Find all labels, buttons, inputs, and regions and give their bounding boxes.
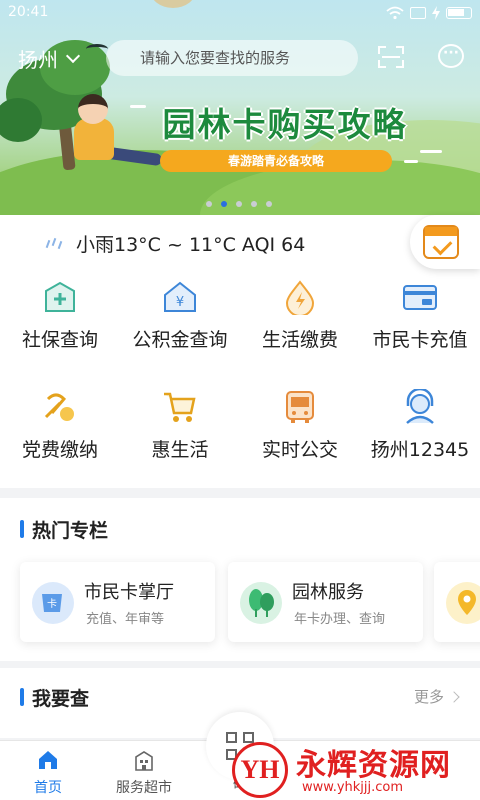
card-title: 园林服务 [292, 582, 364, 603]
bus-icon [286, 391, 314, 423]
carousel-dot[interactable] [221, 201, 227, 207]
banner-illustration-figure [78, 94, 108, 124]
home-icon [39, 751, 57, 769]
service-item-social-security[interactable]: 社保查询 [0, 279, 120, 369]
watermark-logo: YH [232, 742, 288, 798]
sim-off-icon [410, 7, 426, 19]
message-icon[interactable] [438, 44, 464, 68]
card-subtitle: 年卡办理、查询 [294, 612, 386, 627]
carousel-dot[interactable] [206, 201, 212, 207]
chevron-down-icon [65, 48, 81, 63]
service-label: 扬州12345 [370, 439, 470, 461]
search-input[interactable]: 请输入您要查找的服务 [106, 40, 358, 76]
service-label: 惠生活 [151, 439, 209, 461]
chevron-right-icon [448, 690, 460, 703]
hot-section: 热门专栏 卡 市民卡掌厅 充值、年审等 园林服务 年卡办理、查询 [0, 498, 480, 661]
hot-card-partial[interactable] [434, 562, 480, 642]
hot-card-garden-service[interactable]: 园林服务 年卡办理、查询 [228, 562, 423, 642]
service-item-utility-payment[interactable]: 生活缴费 [240, 279, 360, 369]
status-time: 20:41 [8, 4, 49, 20]
service-item-party-fee[interactable]: 党费缴纳 [0, 389, 120, 479]
service-label: 党费缴纳 [21, 439, 98, 461]
shopping-cart-icon [164, 392, 196, 422]
banner-subtitle-pill[interactable]: 春游踏青必备攻略 [160, 150, 392, 172]
service-item-housing-fund[interactable]: ¥ 公积金查询 [120, 279, 240, 369]
svg-text:卡: 卡 [47, 597, 57, 610]
service-label: 市民卡充值 [372, 329, 468, 351]
status-bar: 20:41 [0, 0, 480, 26]
carousel-dot[interactable] [266, 201, 272, 207]
section-accent-bar [20, 520, 24, 538]
section-accent-bar [20, 688, 24, 706]
social-security-icon [45, 281, 75, 312]
hot-card-citizen-card-hall[interactable]: 卡 市民卡掌厅 充值、年审等 [20, 562, 215, 642]
service-item-citizen-card[interactable]: 市民卡充值 [360, 279, 480, 369]
banner-decoration [420, 150, 442, 153]
section-title: 热门专栏 [32, 520, 109, 542]
service-label: 生活缴费 [261, 329, 338, 351]
city-selector[interactable]: 扬州 [18, 44, 81, 73]
watermark-name: 永辉资源网 [296, 748, 451, 783]
garden-service-icon [240, 582, 282, 624]
battery-icon [446, 7, 472, 19]
bird-icon [86, 44, 108, 54]
utility-payment-icon [285, 280, 315, 315]
hero-banner[interactable]: 园林卡购买攻略 春游踏青必备攻略 [0, 0, 480, 215]
customer-service-icon [406, 389, 434, 424]
carousel-indicator [206, 201, 272, 207]
tab-label: 服务超市 [116, 780, 172, 796]
wifi-icon [386, 6, 404, 20]
status-icons [386, 6, 472, 20]
more-label: 更多 [413, 688, 444, 706]
card-title: 市民卡掌厅 [84, 582, 174, 603]
banner-tree-crown [0, 98, 42, 142]
section-title: 我要查 [32, 688, 90, 710]
service-label: 社保查询 [21, 329, 98, 351]
service-label: 实时公交 [261, 439, 338, 461]
service-label: 公积金查询 [132, 329, 228, 351]
weather-info[interactable]: 小雨13°C ~ 11°C AQI 64 [44, 230, 305, 257]
scan-icon[interactable] [378, 46, 404, 68]
more-link[interactable]: 更多 [413, 686, 460, 707]
carousel-dot[interactable] [236, 201, 242, 207]
party-fee-icon [44, 393, 74, 421]
carousel-dot[interactable] [251, 201, 257, 207]
watermark-url: www.yhkjjj.com [302, 780, 404, 795]
main-panel: 小雨13°C ~ 11°C AQI 64 社保查询 ¥ 公积金查询 生活缴费 市… [0, 215, 480, 488]
city-name: 扬州 [18, 48, 58, 72]
banner-decoration [404, 160, 418, 163]
citizen-card-icon [403, 285, 437, 310]
building-icon [135, 751, 153, 771]
banner-title: 园林卡购买攻略 [162, 105, 408, 144]
citizen-card-hall-icon: 卡 [32, 582, 74, 624]
tab-home[interactable]: 首页 [0, 749, 96, 797]
location-pin-icon [446, 582, 480, 624]
charging-icon [432, 6, 440, 20]
service-item-hui-life[interactable]: 惠生活 [120, 389, 240, 479]
weather-text: 小雨13°C ~ 11°C AQI 64 [76, 234, 306, 256]
tab-label: 首页 [34, 780, 62, 796]
service-item-realtime-bus[interactable]: 实时公交 [240, 389, 360, 479]
service-item-yangzhou-12345[interactable]: 扬州12345 [360, 389, 480, 479]
banner-illustration-figure [74, 118, 114, 160]
card-subtitle: 充值、年审等 [86, 612, 165, 627]
svg-text:¥: ¥ [176, 295, 184, 310]
calendar-button[interactable] [410, 215, 480, 269]
watermark: YH 永辉资源网 www.yhkjjj.com [232, 738, 480, 800]
rain-icon [44, 236, 64, 252]
housing-fund-icon: ¥ [164, 281, 196, 312]
calendar-check-icon [423, 225, 459, 259]
tab-service-market[interactable]: 服务超市 [96, 749, 192, 797]
